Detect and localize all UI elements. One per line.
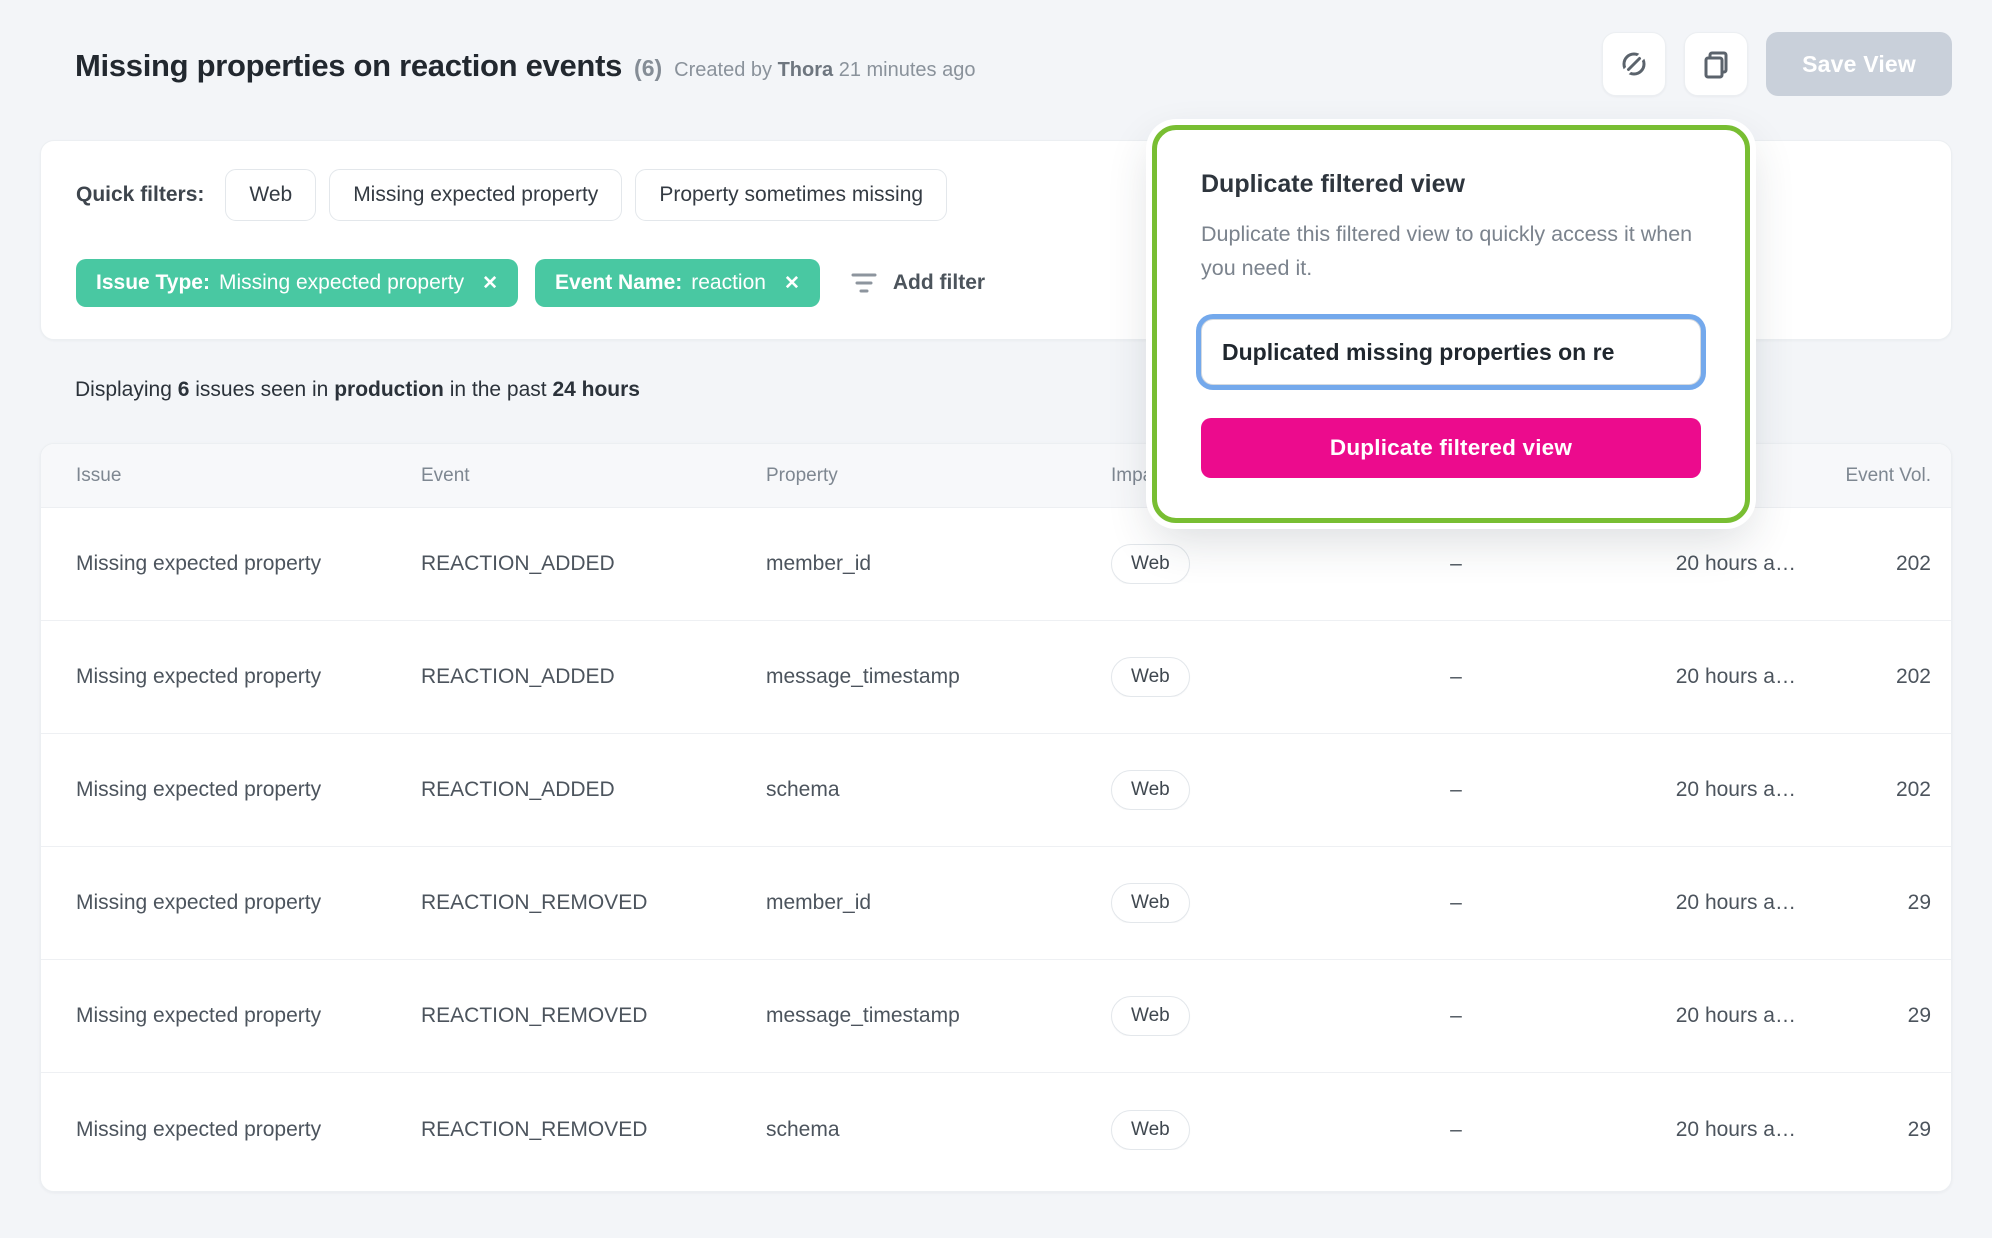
table-row[interactable]: Missing expected property REACTION_REMOV…	[41, 847, 1951, 960]
quick-filters-label: Quick filters:	[76, 183, 205, 206]
duplicate-filtered-view-button[interactable]: Duplicate filtered view	[1201, 418, 1701, 478]
quick-filter-property-sometimes-missing[interactable]: Property sometimes missing	[635, 169, 948, 221]
seen-cell: 20 hours a…	[1675, 891, 1796, 914]
filter-lines-icon	[849, 270, 879, 296]
active-filter-issue-type[interactable]: Issue Type: Missing expected property ✕	[76, 259, 519, 307]
column-header-property: Property	[766, 464, 838, 486]
issue-count-badge: (6)	[634, 55, 663, 81]
impact-cell: Web	[1076, 996, 1356, 1036]
remove-filter-icon[interactable]: ✕	[482, 272, 498, 295]
issues-table: Issue Event Property Impact Event Vol. M…	[40, 443, 1952, 1192]
event-cell: REACTION_REMOVED	[421, 891, 648, 914]
event-cell: REACTION_REMOVED	[421, 1117, 648, 1141]
summary-count: 6	[177, 378, 190, 401]
event-volume-cell: 29	[1907, 1117, 1931, 1141]
column-header-issue: Issue	[76, 464, 122, 486]
property-cell: member_id	[766, 891, 872, 914]
author-name: Thora	[777, 59, 834, 81]
summary-range: 24 hours	[552, 378, 640, 401]
empty-cell: –	[1450, 1004, 1462, 1027]
page-header: Missing properties on reaction events (6…	[75, 48, 975, 84]
quick-filters-row: Quick filters: Web Missing expected prop…	[76, 169, 948, 221]
source-pill: Web	[1111, 657, 1190, 697]
summary-environment: production	[334, 378, 444, 401]
table-row[interactable]: Missing expected property REACTION_ADDED…	[41, 508, 1951, 621]
page-title: Missing properties on reaction events	[75, 48, 623, 83]
impact-cell: Web	[1076, 1109, 1356, 1150]
issue-cell: Missing expected property	[76, 665, 322, 688]
copy-link-button[interactable]	[1602, 32, 1667, 96]
seen-cell: 20 hours a…	[1675, 778, 1796, 801]
quick-filter-web[interactable]: Web	[225, 169, 317, 221]
results-summary: Displaying 6 issues seen in production i…	[75, 378, 640, 401]
empty-cell: –	[1450, 665, 1462, 688]
impact-cell: Web	[1076, 770, 1356, 810]
source-pill: Web	[1111, 883, 1190, 923]
impact-cell: Web	[1076, 657, 1356, 697]
seen-cell: 20 hours a…	[1675, 1117, 1796, 1141]
event-volume-cell: 202	[1895, 665, 1931, 688]
event-cell: REACTION_ADDED	[421, 665, 615, 688]
active-filters-row: Issue Type: Missing expected property ✕ …	[76, 259, 985, 307]
impact-cell: Web	[1076, 544, 1356, 584]
event-volume-cell: 29	[1907, 891, 1931, 914]
property-cell: message_timestamp	[766, 1004, 960, 1027]
empty-cell: –	[1450, 1117, 1462, 1141]
issue-cell: Missing expected property	[76, 778, 322, 801]
empty-cell: –	[1450, 891, 1462, 914]
link-icon	[1618, 48, 1650, 80]
table-row[interactable]: Missing expected property REACTION_ADDED…	[41, 621, 1951, 734]
empty-cell: –	[1450, 552, 1462, 575]
duplicate-view-popover: Duplicate filtered view Duplicate this f…	[1152, 125, 1750, 523]
event-volume-cell: 202	[1895, 778, 1931, 801]
source-pill: Web	[1111, 996, 1190, 1036]
popover-title: Duplicate filtered view	[1201, 170, 1465, 198]
seen-cell: 20 hours a…	[1675, 1004, 1796, 1027]
created-by-text: Created by Thora 21 minutes ago	[674, 59, 976, 81]
table-row[interactable]: Missing expected property REACTION_ADDED…	[41, 734, 1951, 847]
column-header-event-vol: Event Vol.	[1845, 464, 1931, 486]
event-cell: REACTION_REMOVED	[421, 1004, 648, 1027]
add-filter-button[interactable]: Add filter	[849, 270, 985, 296]
active-filter-event-name[interactable]: Event Name: reaction ✕	[535, 259, 820, 307]
seen-cell: 20 hours a…	[1675, 552, 1796, 575]
quick-filter-missing-expected-property[interactable]: Missing expected property	[329, 169, 623, 221]
duplicate-icon	[1700, 48, 1732, 80]
issue-cell: Missing expected property	[76, 552, 322, 575]
issue-cell: Missing expected property	[76, 891, 322, 914]
issue-cell: Missing expected property	[76, 1004, 322, 1027]
table-row[interactable]: Missing expected property REACTION_REMOV…	[41, 960, 1951, 1073]
duplicate-view-button[interactable]	[1684, 32, 1749, 96]
source-pill: Web	[1111, 770, 1190, 810]
add-filter-label: Add filter	[892, 271, 986, 294]
source-pill: Web	[1111, 1109, 1190, 1150]
issue-cell: Missing expected property	[76, 1117, 322, 1141]
event-cell: REACTION_ADDED	[421, 552, 615, 575]
property-cell: message_timestamp	[766, 665, 960, 688]
popover-description: Duplicate this filtered view to quickly …	[1201, 222, 1693, 280]
property-cell: schema	[766, 1117, 840, 1141]
property-cell: member_id	[766, 552, 872, 575]
table-row[interactable]: Missing expected property REACTION_REMOV…	[41, 1073, 1951, 1186]
issues-view-page: Missing properties on reaction events (6…	[0, 0, 1992, 1238]
header-actions: Save View	[1602, 32, 1952, 96]
event-volume-cell: 202	[1895, 552, 1931, 575]
remove-filter-icon[interactable]: ✕	[784, 272, 800, 295]
empty-cell: –	[1450, 778, 1462, 801]
property-cell: schema	[766, 778, 840, 801]
source-pill: Web	[1111, 544, 1190, 584]
column-header-event: Event	[421, 464, 470, 486]
seen-cell: 20 hours a…	[1675, 665, 1796, 688]
created-ago: 21 minutes ago	[838, 59, 976, 81]
save-view-button[interactable]: Save View	[1766, 32, 1952, 96]
duplicated-view-name-input[interactable]	[1201, 319, 1701, 385]
impact-cell: Web	[1076, 883, 1356, 923]
event-volume-cell: 29	[1907, 1004, 1931, 1027]
event-cell: REACTION_ADDED	[421, 778, 615, 801]
